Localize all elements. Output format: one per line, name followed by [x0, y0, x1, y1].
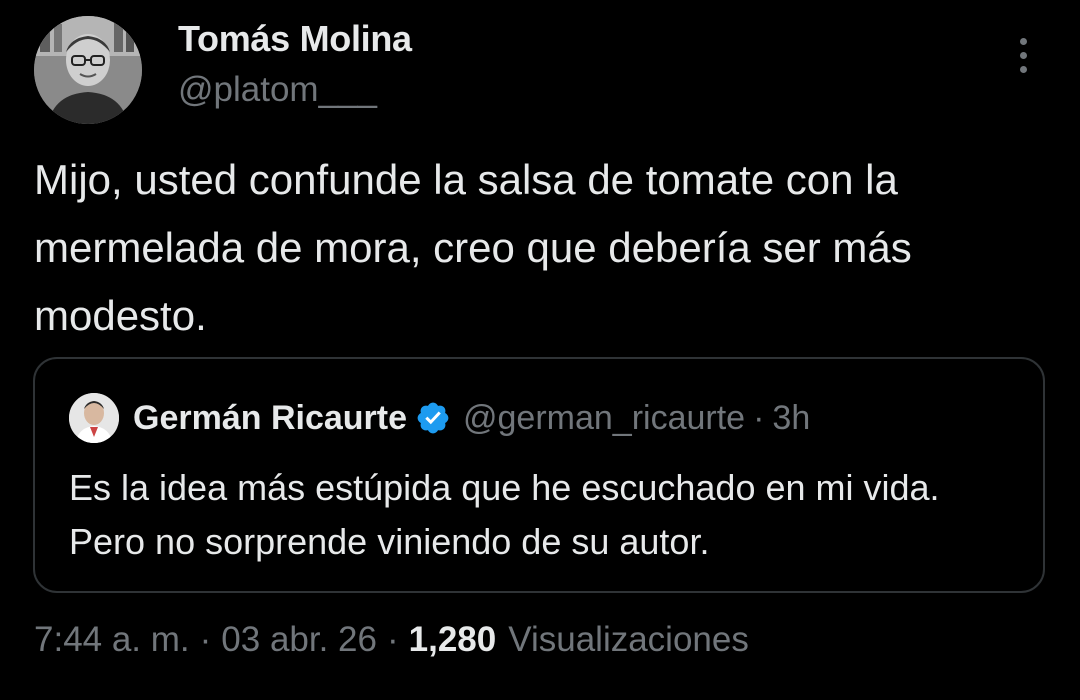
separator-dot: ·	[753, 398, 765, 437]
verified-badge-icon	[415, 400, 451, 436]
tweet-meta: 7:44 a. m. · 03 abr. 26 · 1,280 Visualiz…	[34, 620, 749, 660]
more-dot-icon	[1020, 66, 1027, 73]
author-name[interactable]: Tomás Molina	[178, 18, 412, 60]
views-count[interactable]: 1,280	[409, 620, 497, 660]
tweet-text: Mijo, usted confunde la salsa de tomate …	[34, 156, 912, 339]
more-dot-icon	[1020, 38, 1027, 45]
quoted-tweet-card[interactable]: Germán Ricaurte @german_ricaurte · 3h Es…	[33, 357, 1045, 593]
author-avatar[interactable]	[34, 16, 142, 124]
quoted-author-name: Germán Ricaurte	[133, 398, 407, 437]
quoted-tweet-time[interactable]: 3h	[772, 399, 810, 438]
separator-dot: ·	[199, 620, 212, 659]
quoted-author-avatar	[69, 393, 119, 443]
tweet-date[interactable]: 03 abr. 26	[221, 620, 377, 660]
more-dot-icon	[1020, 52, 1027, 59]
quoted-tweet-text: Es la idea más estúpida que he escuchado…	[69, 467, 940, 562]
separator-dot: ·	[387, 620, 399, 659]
quoted-tweet-header: Germán Ricaurte @german_ricaurte · 3h	[133, 395, 810, 441]
avatar-photo-icon	[69, 393, 119, 443]
quoted-author-handle: @german_ricaurte	[463, 398, 746, 437]
avatar-photo-icon	[34, 16, 142, 124]
more-options-button[interactable]	[1010, 36, 1040, 76]
views-label[interactable]: Visualizaciones	[508, 620, 749, 660]
author-handle[interactable]: @platom___	[178, 70, 377, 110]
tweet-time[interactable]: 7:44 a. m.	[34, 620, 190, 660]
